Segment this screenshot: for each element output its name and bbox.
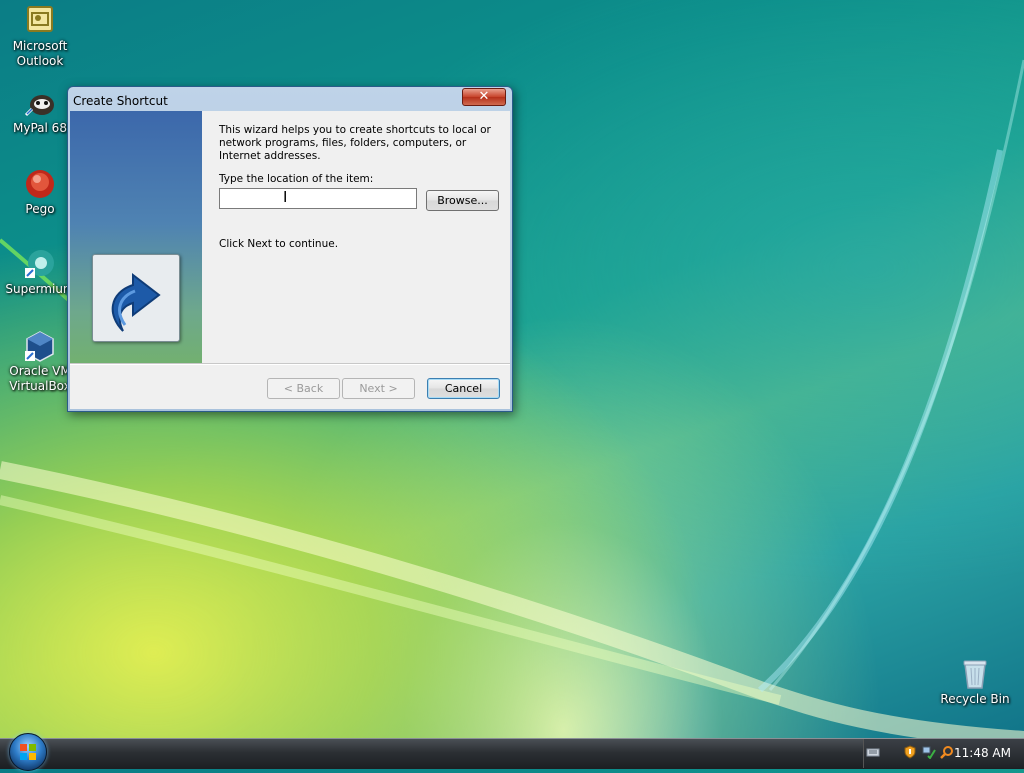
dialog-titlebar[interactable]: Create Shortcut ✕ xyxy=(68,87,512,111)
taskbar-clock[interactable]: 11:48 AM xyxy=(954,746,1011,760)
start-button[interactable] xyxy=(9,733,47,771)
next-button[interactable]: Next > xyxy=(342,378,415,399)
dialog-separator xyxy=(70,363,510,365)
mypal-icon xyxy=(24,87,56,119)
location-label: Type the location of the item: xyxy=(219,173,374,185)
wizard-side-panel xyxy=(70,111,202,363)
supermium-icon xyxy=(24,248,56,280)
desktop-icon-label: Microsoft xyxy=(12,39,68,53)
continue-instruction: Click Next to continue. xyxy=(219,238,339,250)
recycle-bin-icon xyxy=(959,658,991,690)
dialog-title: Create Shortcut xyxy=(73,94,168,108)
close-button[interactable]: ✕ xyxy=(462,88,506,106)
pego-icon xyxy=(24,168,56,200)
cancel-button[interactable]: Cancel xyxy=(427,378,500,399)
search-icon[interactable] xyxy=(940,745,954,759)
desktop-icon-recycle-bin[interactable]: Recycle Bin xyxy=(935,658,1015,707)
desktop-icon-label: Outlook xyxy=(16,54,64,68)
location-input[interactable] xyxy=(219,188,417,209)
create-shortcut-dialog: Create Shortcut ✕ This wizard helps you … xyxy=(67,86,513,412)
network-icon[interactable] xyxy=(922,745,936,759)
back-button[interactable]: < Back xyxy=(267,378,340,399)
shortcut-arrow-icon xyxy=(92,254,180,342)
close-icon: ✕ xyxy=(478,89,490,104)
desktop-icon-label: Recycle Bin xyxy=(940,692,1010,706)
wizard-intro-text: This wizard helps you to create shortcut… xyxy=(219,124,491,162)
outlook-icon xyxy=(24,5,56,37)
keyboard-icon[interactable] xyxy=(866,745,880,759)
windows-logo-icon xyxy=(20,744,36,760)
virtualbox-icon xyxy=(24,330,56,362)
dialog-client-area: This wizard helps you to create shortcut… xyxy=(70,111,510,409)
desktop-icon-outlook[interactable]: Microsoft Outlook xyxy=(0,5,80,69)
browse-button[interactable]: Browse... xyxy=(426,190,499,211)
security-shield-icon[interactable] xyxy=(903,745,917,759)
